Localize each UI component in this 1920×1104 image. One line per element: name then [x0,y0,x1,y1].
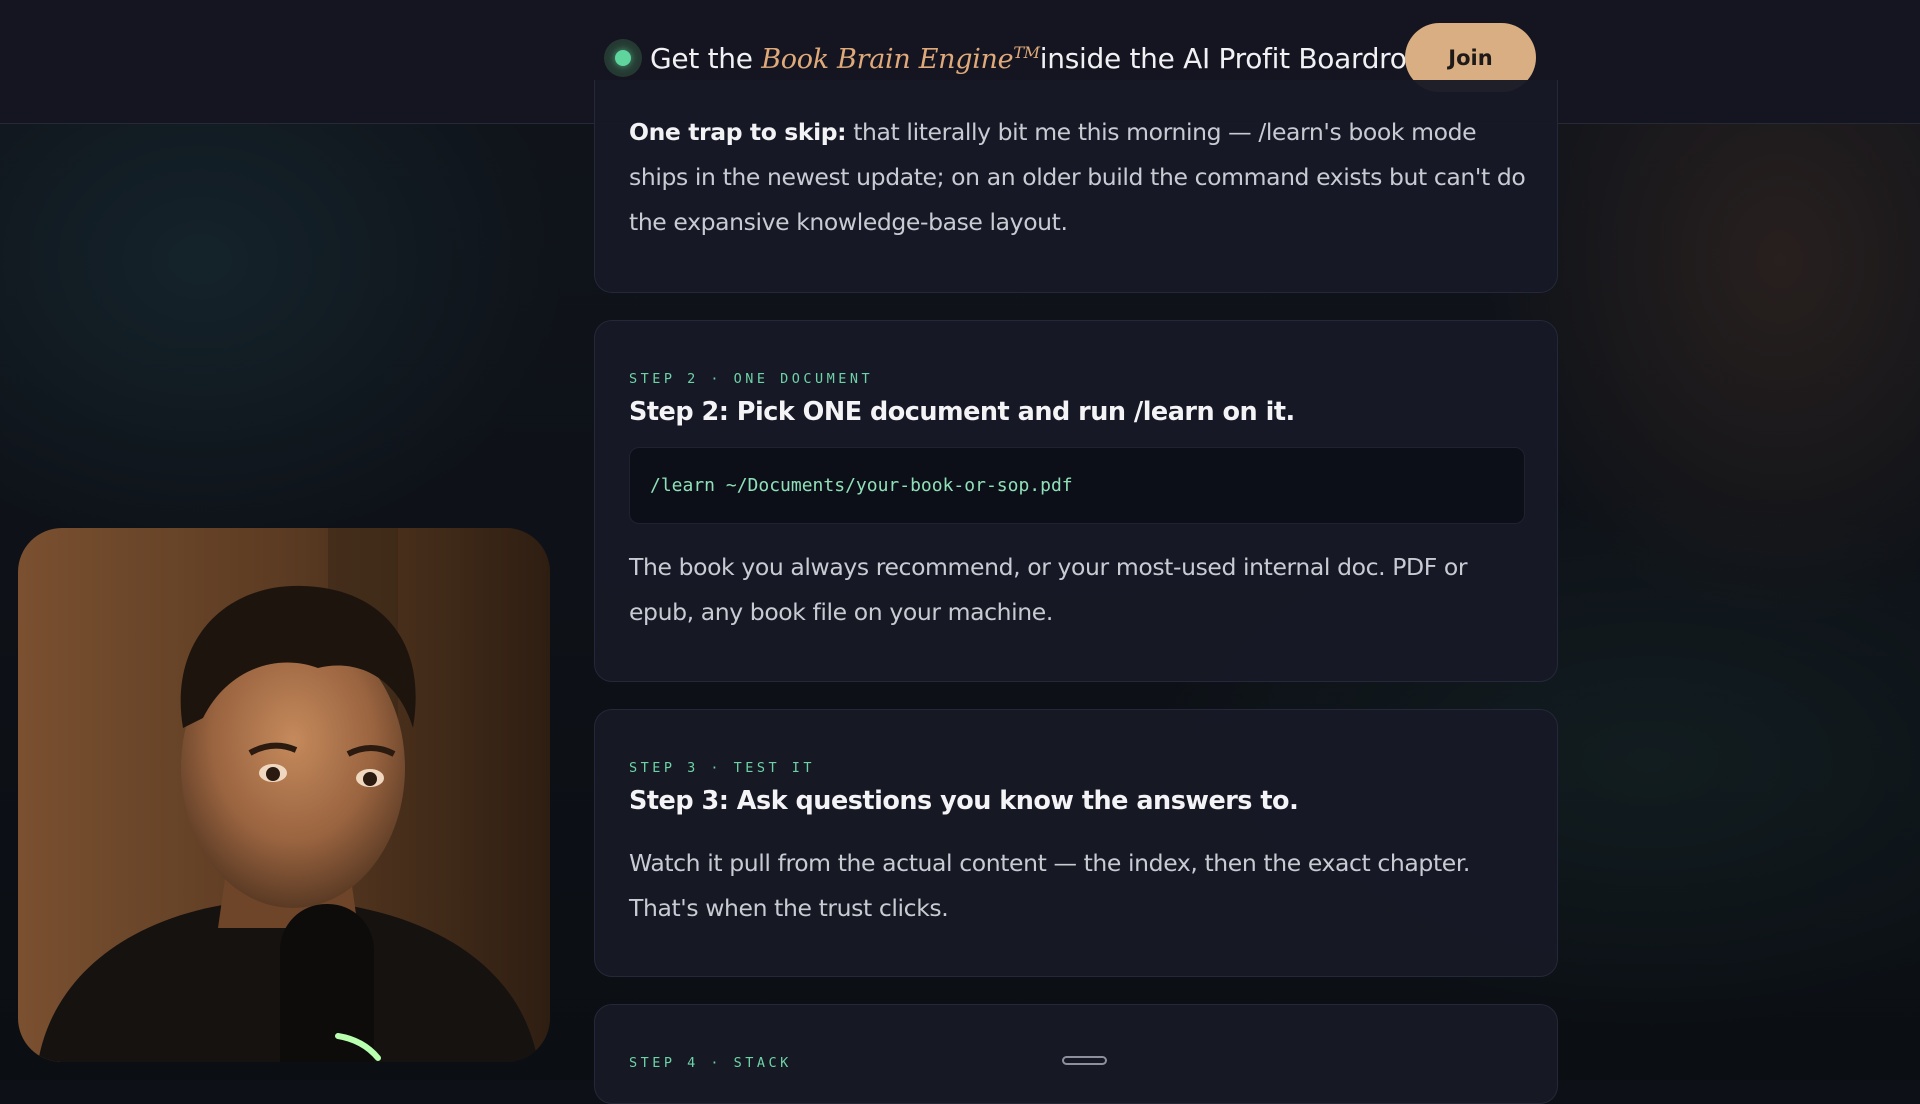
step-3-label: STEP 3 · TEST IT [629,760,816,776]
announcement-suffix: inside the AI Profit Boardroom [1039,41,1451,75]
trademark-mark: TM [1013,42,1040,62]
announcement-prefix: Get the [650,41,762,75]
presenter-video-frame [18,528,550,1062]
trap-note: One trap to skip: that literally bit me … [629,110,1529,245]
step-4-card: STEP 4 · STACK [594,1004,1558,1104]
code-command[interactable]: /learn ~/Documents/your-book-or-sop.pdf [650,475,1073,496]
step-3-title: Step 3: Ask questions you know the answe… [629,786,1299,816]
scroll-indicator[interactable] [1062,1056,1107,1065]
step-4-label: STEP 4 · STACK [629,1055,792,1071]
step-2-title: Step 2: Pick ONE document and run /learn… [629,397,1295,427]
trap-note-bold: One trap to skip: [629,118,847,146]
step-3-card: STEP 3 · TEST IT Step 3: Ask questions y… [594,709,1558,977]
step-2-card: STEP 2 · ONE DOCUMENT Step 2: Pick ONE d… [594,320,1558,682]
step-1-card: One trap to skip: that literally bit me … [594,80,1558,293]
brand-name: Book Brain Engine [761,43,1014,75]
live-status-dot-icon [604,39,642,77]
step-2-description: The book you always recommend, or your m… [629,553,1468,626]
announcement-text: Get the Book Brain EngineTMinside the AI… [650,41,1451,75]
code-block[interactable]: /learn ~/Documents/your-book-or-sop.pdf [629,447,1525,524]
announcement-banner[interactable]: Get the Book Brain EngineTMinside the AI… [604,28,1451,88]
webcam-overlay [18,528,550,1062]
step-3-description: Watch it pull from the actual content — … [629,849,1470,922]
step-2-label: STEP 2 · ONE DOCUMENT [629,371,874,387]
